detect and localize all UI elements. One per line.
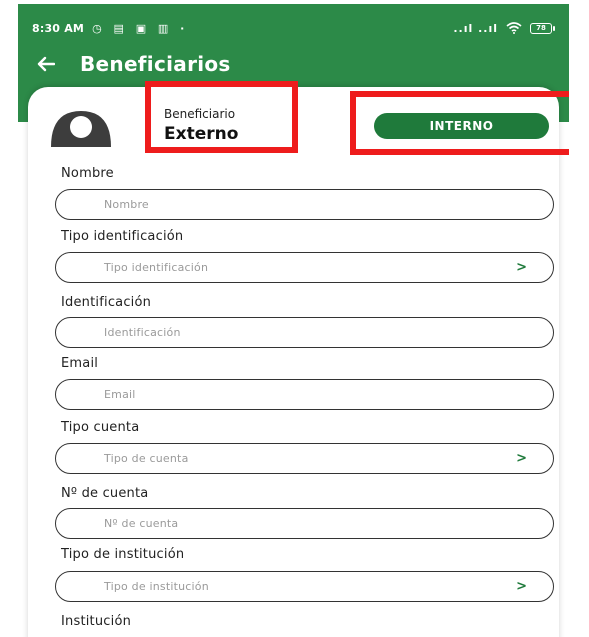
tipo-identificacion-placeholder: Tipo identificación [104, 261, 209, 274]
tipo-identificacion-select[interactable]: Tipo identificación > [55, 252, 554, 283]
notification-icons: ◷ ▤ ▣ ▥ · [92, 21, 189, 35]
email-input[interactable]: Email [55, 379, 554, 410]
status-right-group: ..ıl ..ıl 78 [453, 22, 555, 35]
nombre-input[interactable]: Nombre [55, 189, 554, 220]
page-title: Beneficiarios [80, 52, 231, 76]
signal-icon: ..ıl ..ıl [453, 21, 498, 35]
field-label-identificacion: Identificación [61, 295, 152, 310]
field-label-institucion: Institución [61, 614, 132, 629]
tipo-institucion-placeholder: Tipo de institución [104, 580, 209, 593]
tipo-cuenta-placeholder: Tipo de cuenta [104, 452, 189, 465]
tipo-cuenta-select[interactable]: Tipo de cuenta > [55, 443, 554, 474]
nombre-placeholder: Nombre [104, 198, 149, 211]
arrow-left-icon [37, 56, 55, 72]
field-label-numero-cuenta: Nº de cuenta [61, 486, 149, 501]
identificacion-placeholder: Identificación [104, 326, 181, 339]
company-logo [51, 111, 111, 147]
chevron-right-icon: > [516, 451, 527, 466]
field-label-email: Email [61, 356, 99, 371]
field-label-tipo-identificacion: Tipo identificación [61, 229, 184, 244]
chevron-right-icon: > [516, 260, 527, 275]
field-label-nombre: Nombre [61, 166, 114, 181]
field-label-tipo-institucion: Tipo de institución [61, 547, 185, 562]
back-button[interactable] [32, 50, 60, 78]
beneficiary-type-label: Beneficiario [164, 107, 236, 121]
interno-toggle-button[interactable]: INTERNO [374, 113, 549, 139]
beneficiary-type-value: Externo [164, 124, 239, 144]
email-placeholder: Email [104, 388, 136, 401]
battery-icon: 78 [530, 22, 555, 34]
wifi-icon [506, 22, 522, 34]
app-screen: 8:30 AM ◷ ▤ ▣ ▥ · ..ıl ..ıl 78 Beneficia… [18, 4, 569, 637]
form-card: Beneficiario Externo INTERNO Nombre Nomb… [28, 81, 569, 637]
field-label-tipo-cuenta: Tipo cuenta [61, 420, 140, 435]
numero-cuenta-input[interactable]: Nº de cuenta [55, 508, 554, 539]
numero-cuenta-placeholder: Nº de cuenta [104, 517, 179, 530]
chevron-right-icon: > [516, 579, 527, 594]
identificacion-input[interactable]: Identificación [55, 317, 554, 348]
battery-level: 78 [530, 22, 552, 34]
status-time: 8:30 AM [32, 21, 85, 35]
status-bar: 8:30 AM ◷ ▤ ▣ ▥ · ..ıl ..ıl 78 [32, 18, 555, 38]
tipo-institucion-select[interactable]: Tipo de institución > [55, 571, 554, 602]
title-row: Beneficiarios [32, 46, 231, 82]
